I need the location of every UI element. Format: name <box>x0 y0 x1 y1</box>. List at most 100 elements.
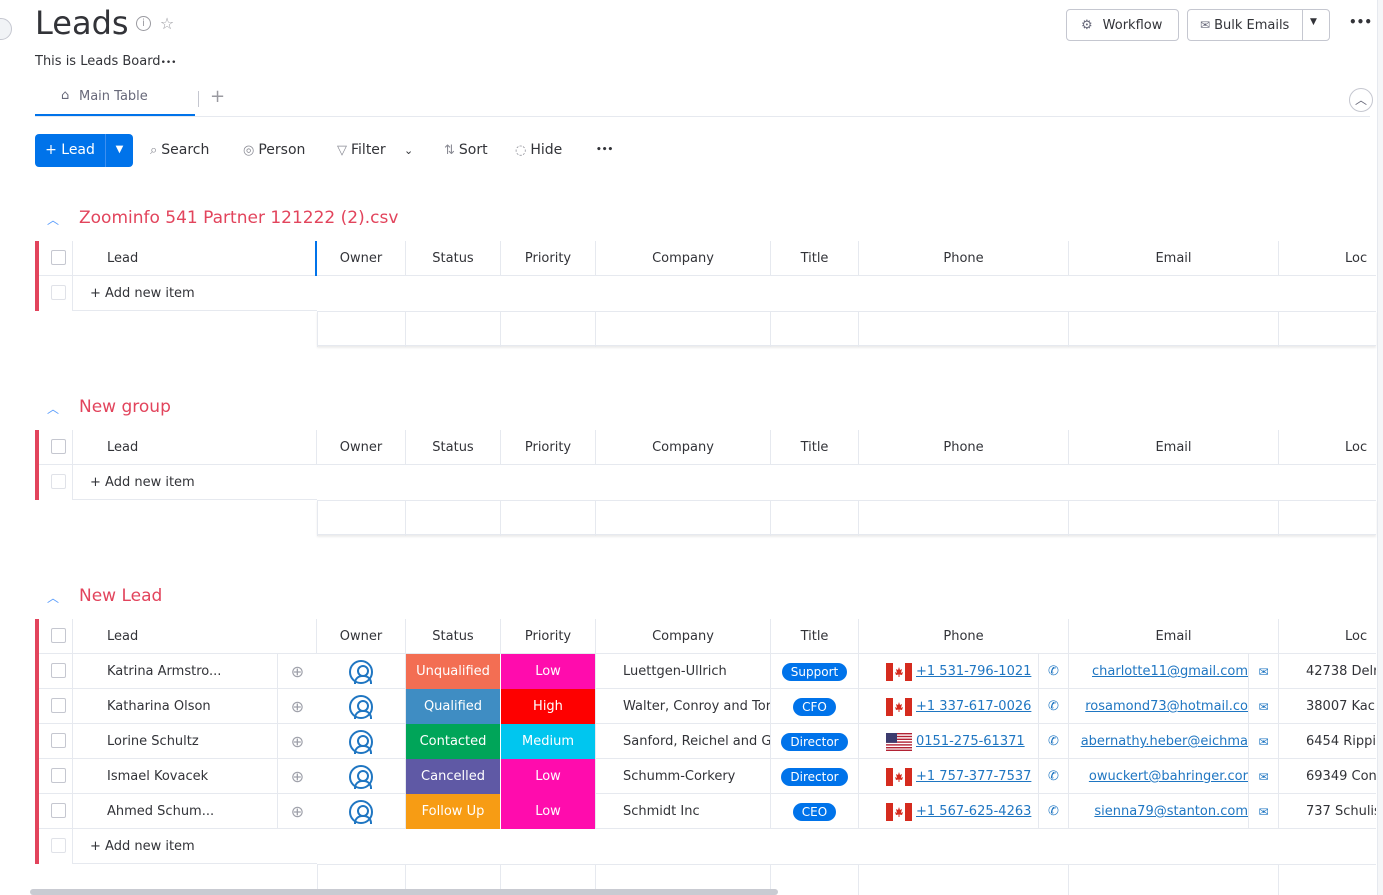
email-link[interactable]: owuckert@bahringer.cor <box>1089 769 1248 784</box>
sort-button[interactable]: ⇅ Sort <box>444 140 488 160</box>
collapse-header-icon[interactable]: ︿ <box>1349 88 1373 112</box>
phone-cell[interactable]: +1 531-796-1021 <box>859 654 1039 689</box>
select-all-checkbox[interactable] <box>51 439 66 454</box>
tab-main-table[interactable]: ⌂ Main Table <box>35 86 195 116</box>
phone-link[interactable]: +1 567-625-4263 <box>916 804 1031 819</box>
board-title[interactable]: Leads <box>35 4 129 42</box>
call-button[interactable]: ✆ <box>1039 689 1069 724</box>
priority-cell[interactable]: Low <box>501 794 596 829</box>
search-button[interactable]: ⌕ Search <box>150 140 209 160</box>
priority-cell[interactable]: Low <box>501 759 596 794</box>
group1-title[interactable]: Zoominfo 541 Partner 121222 (2).csv <box>79 208 398 228</box>
company-cell[interactable]: Walter, Conroy and Torp <box>596 689 771 724</box>
horizontal-scrollbar[interactable] <box>30 889 778 895</box>
description-more[interactable]: ••• <box>161 58 177 68</box>
send-email-button[interactable]: ✉ <box>1249 724 1279 759</box>
row-checkbox[interactable] <box>51 733 66 748</box>
phone-link[interactable]: +1 531-796-1021 <box>916 664 1031 679</box>
lead-name-cell[interactable]: Ahmed Schum... <box>72 794 277 829</box>
company-cell[interactable]: Schumm-Corkery <box>596 759 771 794</box>
email-cell[interactable]: owuckert@bahringer.cor <box>1069 759 1249 794</box>
select-all-checkbox[interactable] <box>51 628 66 643</box>
row-checkbox[interactable] <box>51 803 66 818</box>
send-email-button[interactable]: ✉ <box>1249 759 1279 794</box>
owner-cell[interactable] <box>317 759 406 794</box>
owner-cell[interactable] <box>317 654 406 689</box>
info-icon[interactable]: i <box>136 16 151 31</box>
status-cell[interactable]: Unqualified <box>406 654 501 689</box>
call-button[interactable]: ✆ <box>1039 794 1069 829</box>
title-cell[interactable]: Director <box>771 724 859 759</box>
email-cell[interactable]: abernathy.heber@eichma <box>1069 724 1249 759</box>
phone-link[interactable]: +1 337-617-0026 <box>916 699 1031 714</box>
email-link[interactable]: sienna79@stanton.com <box>1094 804 1248 819</box>
location-cell[interactable]: 737 Schulis <box>1279 794 1376 829</box>
location-cell[interactable]: 42738 Delm <box>1279 654 1376 689</box>
owner-cell[interactable] <box>317 689 406 724</box>
chevron-down-icon[interactable]: ▼ <box>1310 17 1317 27</box>
call-button[interactable]: ✆ <box>1039 724 1069 759</box>
call-button[interactable]: ✆ <box>1039 759 1069 794</box>
star-icon[interactable]: ☆ <box>159 16 175 32</box>
priority-cell[interactable]: Medium <box>501 724 596 759</box>
phone-link[interactable]: 0151-275-61371 <box>916 734 1025 749</box>
filter-chevron-icon[interactable]: ⌄ <box>404 140 413 160</box>
priority-cell[interactable]: High <box>501 689 596 724</box>
email-link[interactable]: abernathy.heber@eichma <box>1081 734 1248 749</box>
email-link[interactable]: charlotte11@gmail.com <box>1092 664 1248 679</box>
lead-name-cell[interactable]: Katharina Olson <box>72 689 277 724</box>
row-checkbox[interactable] <box>51 663 66 678</box>
select-all-checkbox[interactable] <box>51 250 66 265</box>
add-new-item-input[interactable]: + Add new item <box>72 276 317 311</box>
add-update-icon[interactable]: ⊕ <box>277 794 317 829</box>
email-cell[interactable]: sienna79@stanton.com <box>1069 794 1249 829</box>
toolbar-more-button[interactable]: ••• <box>596 140 613 160</box>
add-update-icon[interactable]: ⊕ <box>277 759 317 794</box>
company-cell[interactable]: Schmidt Inc <box>596 794 771 829</box>
title-cell[interactable]: CEO <box>771 794 859 829</box>
workflow-button[interactable]: ⚙ Workflow <box>1066 9 1179 41</box>
back-circle[interactable] <box>0 18 12 40</box>
board-menu-button[interactable]: ••• <box>1349 15 1372 29</box>
add-new-item-input[interactable]: + Add new item <box>72 829 317 864</box>
filter-button[interactable]: ▽ Filter <box>337 140 386 160</box>
lead-name-cell[interactable]: Lorine Schultz <box>72 724 277 759</box>
lead-name-cell[interactable]: Katrina Armstro... <box>72 654 277 689</box>
person-button[interactable]: ◎ Person <box>243 140 305 160</box>
status-cell[interactable]: Cancelled <box>406 759 501 794</box>
group2-title[interactable]: New group <box>79 397 171 417</box>
email-cell[interactable]: charlotte11@gmail.com <box>1069 654 1249 689</box>
add-view-button[interactable]: + <box>210 86 225 107</box>
add-update-icon[interactable]: ⊕ <box>277 724 317 759</box>
title-cell[interactable]: CFO <box>771 689 859 724</box>
hide-button[interactable]: ◌ Hide <box>515 140 562 160</box>
owner-cell[interactable] <box>317 794 406 829</box>
bulk-emails-button[interactable]: ✉ Bulk Emails ▼ <box>1187 9 1330 41</box>
location-cell[interactable]: 38007 Kacie <box>1279 689 1376 724</box>
lead-name-cell[interactable]: Ismael Kovacek <box>72 759 277 794</box>
group1-collapse-icon[interactable]: ︿ <box>47 211 59 228</box>
group2-collapse-icon[interactable]: ︿ <box>47 400 59 417</box>
location-cell[interactable]: 6454 Rippin <box>1279 724 1376 759</box>
vertical-scrollbar[interactable] <box>1377 0 1383 895</box>
add-new-item-input[interactable]: + Add new item <box>72 465 317 500</box>
email-cell[interactable]: rosamond73@hotmail.co <box>1069 689 1249 724</box>
owner-cell[interactable] <box>317 724 406 759</box>
status-cell[interactable]: Follow Up <box>406 794 501 829</box>
phone-link[interactable]: +1 757-377-7537 <box>916 769 1031 784</box>
phone-cell[interactable]: +1 337-617-0026 <box>859 689 1039 724</box>
title-cell[interactable]: Support <box>771 654 859 689</box>
phone-cell[interactable]: +1 757-377-7537 <box>859 759 1039 794</box>
location-cell[interactable]: 69349 Cons <box>1279 759 1376 794</box>
send-email-button[interactable]: ✉ <box>1249 654 1279 689</box>
email-link[interactable]: rosamond73@hotmail.co <box>1085 699 1248 714</box>
new-lead-button[interactable]: + Lead ▼ <box>35 134 133 167</box>
priority-cell[interactable]: Low <box>501 654 596 689</box>
company-cell[interactable]: Luettgen-Ullrich <box>596 654 771 689</box>
status-cell[interactable]: Qualified <box>406 689 501 724</box>
row-checkbox[interactable] <box>51 698 66 713</box>
row-checkbox[interactable] <box>51 768 66 783</box>
group3-title[interactable]: New Lead <box>79 586 162 606</box>
phone-cell[interactable]: +1 567-625-4263 <box>859 794 1039 829</box>
call-button[interactable]: ✆ <box>1039 654 1069 689</box>
